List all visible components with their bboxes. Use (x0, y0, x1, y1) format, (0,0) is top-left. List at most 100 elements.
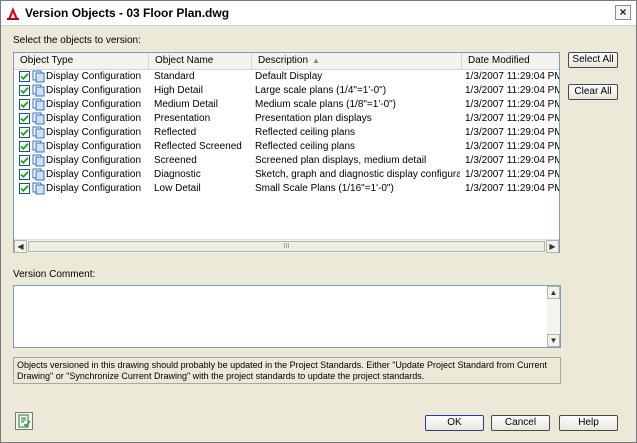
cell-object-name: Standard (154, 71, 195, 82)
cell-object-type: Display Configuration (46, 183, 142, 194)
title-bar: Version Objects - 03 Floor Plan.dwg × (1, 1, 636, 26)
checkmark-icon (20, 143, 29, 151)
table-row[interactable]: Display Configuration High Detail Large … (14, 84, 559, 98)
select-objects-label: Select the objects to version: (13, 35, 141, 46)
row-checkbox[interactable] (19, 85, 30, 96)
select-all-button[interactable]: Select All (568, 52, 618, 68)
display-configuration-icon (32, 112, 45, 125)
clear-all-button[interactable]: Clear All (568, 84, 618, 100)
row-checkbox[interactable] (19, 169, 30, 180)
cell-object-name: Medium Detail (154, 99, 218, 110)
row-checkbox[interactable] (19, 155, 30, 166)
cell-description: Large scale plans (1/4"=1'-0") (255, 85, 387, 96)
cell-description: Reflected ceiling plans (255, 127, 356, 138)
objects-list[interactable]: Object Type Object Name Description ▲ Dat… (13, 52, 560, 253)
row-checkbox[interactable] (19, 71, 30, 82)
scroll-right-button[interactable]: ▶ (546, 240, 559, 253)
close-button[interactable]: × (615, 5, 631, 20)
cell-object-name: High Detail (154, 85, 203, 96)
display-configuration-icon (32, 140, 45, 153)
cell-object-name: Screened (154, 155, 197, 166)
checkmark-icon (20, 171, 29, 179)
checkmark-icon (20, 73, 29, 81)
display-configuration-icon (32, 84, 45, 97)
row-checkbox[interactable] (19, 99, 30, 110)
version-objects-dialog: Version Objects - 03 Floor Plan.dwg × Se… (0, 0, 637, 443)
table-row[interactable]: Display Configuration Standard Default D… (14, 70, 559, 84)
scroll-thumb[interactable]: III (28, 241, 545, 252)
cell-date-modified: 1/3/2007 11:29:04 PM (465, 71, 559, 82)
cell-object-type: Display Configuration (46, 155, 142, 166)
display-configuration-icon (32, 126, 45, 139)
table-row[interactable]: Display Configuration Presentation Prese… (14, 112, 559, 126)
cell-description: Sketch, graph and diagnostic display con… (255, 169, 460, 180)
cell-description: Reflected ceiling plans (255, 141, 356, 152)
cell-object-type: Display Configuration (46, 141, 142, 152)
table-row[interactable]: Display Configuration Screened Screened … (14, 154, 559, 168)
column-header-description[interactable]: Description ▲ (252, 53, 462, 69)
display-configuration-icon (32, 98, 45, 111)
checkmark-icon (20, 87, 29, 95)
cell-date-modified: 1/3/2007 11:29:04 PM (465, 169, 559, 180)
window-title: Version Objects - 03 Floor Plan.dwg (25, 6, 230, 20)
table-row[interactable]: Display Configuration Reflected Reflecte… (14, 126, 559, 140)
cell-description: Default Display (255, 71, 323, 82)
cell-description: Screened plan displays, medium detail (255, 155, 427, 166)
table-row[interactable]: Display Configuration Low Detail Small S… (14, 182, 559, 196)
cell-description: Medium scale plans (1/8"=1'-0") (255, 99, 397, 110)
info-message: Objects versioned in this drawing should… (13, 357, 561, 384)
cell-object-name: Reflected Screened (154, 141, 242, 152)
cancel-button[interactable]: Cancel (491, 415, 550, 431)
column-header-object-name[interactable]: Object Name (149, 53, 252, 69)
cell-description: Presentation plan displays (255, 113, 372, 124)
cell-object-name: Presentation (154, 113, 211, 124)
sort-ascending-icon: ▲ (312, 56, 320, 65)
comment-vertical-scrollbar[interactable]: ▲ ▼ (547, 286, 560, 347)
version-comment-input[interactable]: ▲ ▼ (13, 285, 561, 348)
cell-object-type: Display Configuration (46, 85, 142, 96)
scroll-left-button[interactable]: ◀ (14, 240, 27, 253)
version-comment-label: Version Comment: (13, 269, 96, 280)
checkmark-icon (20, 185, 29, 193)
cell-object-type: Display Configuration (46, 71, 142, 82)
cell-date-modified: 1/3/2007 11:29:04 PM (465, 99, 559, 110)
display-configuration-icon (32, 154, 45, 167)
cell-date-modified: 1/3/2007 11:29:04 PM (465, 113, 559, 124)
cell-date-modified: 1/3/2007 11:29:04 PM (465, 141, 559, 152)
project-standards-icon[interactable] (15, 412, 33, 430)
row-checkbox[interactable] (19, 141, 30, 152)
table-row[interactable]: Display Configuration Reflected Screened… (14, 140, 559, 154)
checkmark-icon (20, 129, 29, 137)
display-configuration-icon (32, 168, 45, 181)
autocad-icon (7, 7, 19, 20)
scroll-down-button[interactable]: ▼ (547, 334, 560, 347)
cell-date-modified: 1/3/2007 11:29:04 PM (465, 155, 559, 166)
checkmark-icon (20, 101, 29, 109)
cell-object-name: Reflected (154, 127, 197, 138)
table-row[interactable]: Display Configuration Medium Detail Medi… (14, 98, 559, 112)
cell-object-type: Display Configuration (46, 99, 142, 110)
scroll-up-button[interactable]: ▲ (547, 286, 560, 299)
row-checkbox[interactable] (19, 183, 30, 194)
display-configuration-icon (32, 182, 45, 195)
cell-date-modified: 1/3/2007 11:29:04 PM (465, 85, 559, 96)
cell-object-type: Display Configuration (46, 169, 142, 180)
column-header-object-type[interactable]: Object Type (14, 53, 149, 69)
cell-object-type: Display Configuration (46, 113, 142, 124)
cell-object-name: Diagnostic (154, 169, 201, 180)
horizontal-scrollbar[interactable]: ◀ III ▶ (14, 239, 559, 253)
list-header: Object Type Object Name Description ▲ Dat… (14, 53, 559, 70)
display-configuration-icon (32, 70, 45, 83)
ok-button[interactable]: OK (425, 415, 484, 431)
row-checkbox[interactable] (19, 127, 30, 138)
row-checkbox[interactable] (19, 113, 30, 124)
checkmark-icon (20, 157, 29, 165)
help-button[interactable]: Help (559, 415, 618, 431)
column-header-date-modified[interactable]: Date Modified (462, 53, 559, 69)
cell-date-modified: 1/3/2007 11:29:04 PM (465, 183, 559, 194)
cell-object-type: Display Configuration (46, 127, 142, 138)
cell-description: Small Scale Plans (1/16"=1'-0") (255, 183, 394, 194)
cell-date-modified: 1/3/2007 11:29:04 PM (465, 127, 559, 138)
table-row[interactable]: Display Configuration Diagnostic Sketch,… (14, 168, 559, 182)
checkmark-icon (20, 115, 29, 123)
